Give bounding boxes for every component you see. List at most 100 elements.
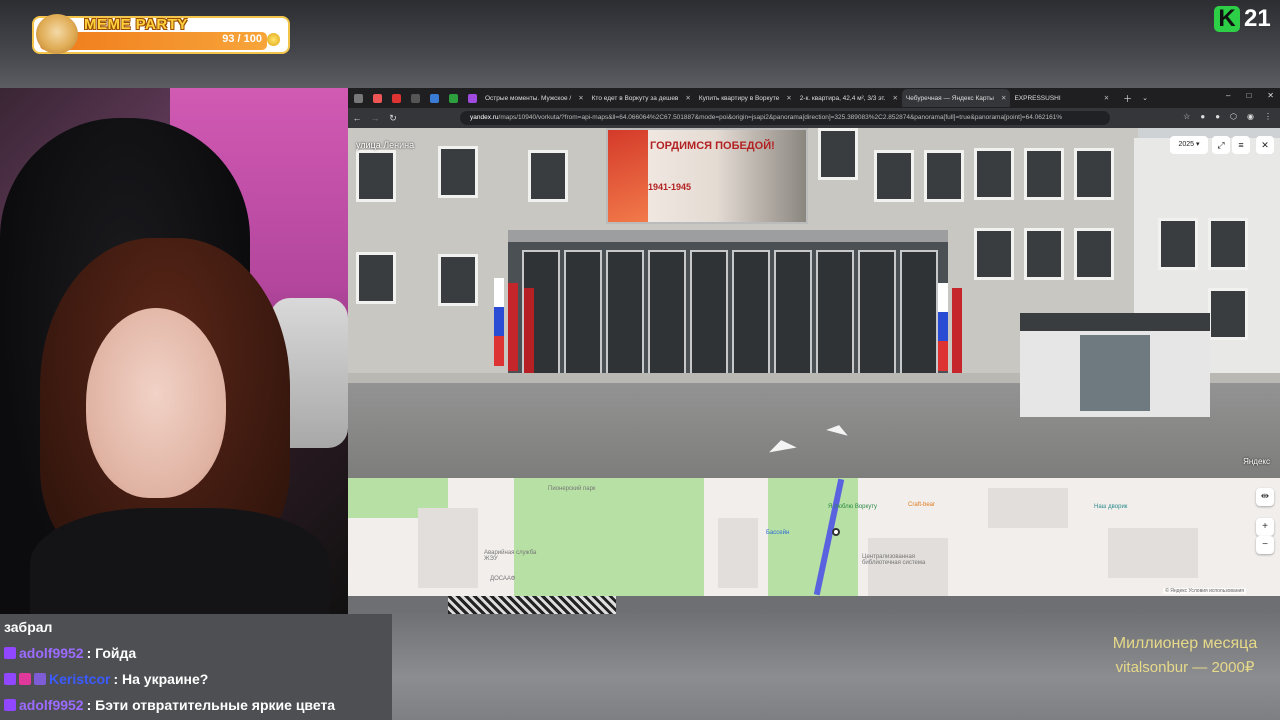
window (1024, 148, 1064, 200)
extension-icon[interactable]: ● (1200, 112, 1205, 121)
window-controls: – □ ✕ (1226, 91, 1274, 100)
pinned-tab-icon[interactable] (468, 93, 477, 103)
map-poi[interactable]: Наш дворик (1094, 504, 1127, 510)
glass-pane (774, 250, 812, 378)
close-icon[interactable]: ✕ (578, 94, 583, 102)
window (974, 228, 1014, 280)
tab-label: 2-к. квартира, 42,4 м², 3/3 эт. (799, 94, 886, 102)
badge-icon (4, 647, 16, 659)
map-layers-icon[interactable]: ⇹ (1256, 488, 1274, 506)
tab-search-icon[interactable] (354, 93, 363, 103)
glass-pane (606, 250, 644, 378)
close-icon[interactable]: ✕ (685, 94, 690, 102)
webcam-feed (0, 88, 348, 614)
russian-flag (938, 283, 948, 371)
glass-pane (816, 250, 854, 378)
browser-menu-icon[interactable]: ⋮ (1264, 112, 1272, 121)
chat-text: : На украине? (113, 671, 209, 687)
badge-icon (4, 673, 16, 685)
banner-title: ГОРДИМСЯ ПОБЕДОЙ! (650, 140, 775, 152)
browser-tab[interactable]: Кто едет в Воркуту за дешев ✕ (588, 90, 695, 106)
glass-pane (858, 250, 896, 378)
browser-window: Острые моменты. Мужское / ✕ Кто едет в Во… (348, 88, 1280, 596)
panorama-year-select[interactable]: 2025 ▾ (1170, 136, 1208, 154)
chat-text: : Гойда (86, 645, 137, 661)
coin-icon (267, 33, 280, 46)
glass-pane (900, 250, 938, 378)
window (818, 128, 858, 180)
tab-label: Кто едет в Воркуту за дешев (591, 94, 679, 102)
map-poi[interactable]: Бассейн (766, 530, 789, 536)
green-area (768, 478, 858, 596)
url-field[interactable]: yandex.ru/maps/10940/vorkuta/?from=api-m… (460, 111, 1110, 125)
chat-overlay: забрал adolf9952 : Гойда Keristcor : На … (0, 614, 392, 720)
decorative-pattern (448, 596, 616, 614)
map-block (988, 488, 1068, 528)
browser-tab[interactable]: Купить квартиру в Воркуте ✕ (695, 90, 796, 106)
new-tab-icon[interactable]: ＋ (1123, 92, 1132, 105)
profile-icon[interactable]: ◉ (1247, 112, 1254, 121)
pinned-tab-icon[interactable] (430, 93, 439, 103)
pinned-tab-icon[interactable] (392, 93, 401, 103)
map-label: ДОСААФ (490, 576, 516, 582)
close-icon[interactable]: ✕ (892, 94, 897, 102)
russian-flag (494, 278, 504, 366)
map-label: Пионерский парк (548, 486, 596, 492)
window (924, 150, 964, 202)
browser-tab[interactable]: EXPRESSUSHI ✕ (1010, 90, 1113, 106)
chat-line: забрал (0, 614, 392, 640)
yandex-brand: Яндекс (1243, 457, 1270, 466)
pinned-tab-icon[interactable] (411, 93, 420, 103)
badge-icon (4, 699, 16, 711)
zoom-in-icon[interactable]: + (1256, 518, 1274, 536)
extensions-puzzle-icon[interactable]: ⬡ (1230, 112, 1237, 121)
map-poi[interactable]: Craft-bear (908, 502, 935, 508)
street-panorama[interactable]: ГОРДИМСЯ ПОБЕДОЙ! 1941-1945 улица Ленина… (348, 128, 1280, 478)
glass-pane (564, 250, 602, 378)
bus-stop-glass (1080, 335, 1150, 411)
chat-username: adolf9952 (19, 697, 84, 713)
browser-tab[interactable]: 2-к. квартира, 42,4 м², 3/3 эт. ✕ (796, 90, 902, 106)
url-path: /maps/10940/vorkuta/?from=api-maps&ll=64… (498, 114, 1063, 121)
window (356, 252, 396, 304)
window-close-icon[interactable]: ✕ (1267, 91, 1274, 100)
window (356, 150, 396, 202)
address-bar: ← → ↻ yandex.ru/maps/10940/vorkuta/?from… (348, 108, 1280, 128)
close-icon[interactable]: ✕ (786, 94, 791, 102)
pinned-tab-icon[interactable] (373, 93, 382, 103)
back-icon[interactable]: ← (348, 113, 366, 123)
browser-tab[interactable]: Острые моменты. Мужское / ✕ (481, 90, 588, 106)
mini-map[interactable]: Пионерский парк Я люблю Воркуту Craft-be… (348, 478, 1280, 596)
map-poi[interactable]: Я люблю Воркуту (828, 504, 877, 510)
menu-icon[interactable]: ≡ (1232, 136, 1250, 154)
maximize-icon[interactable]: □ (1246, 91, 1251, 100)
close-icon[interactable]: ✕ (1001, 94, 1006, 102)
glass-entrance (508, 230, 948, 382)
pinned-tab-icon[interactable] (449, 93, 458, 103)
url-host: yandex.ru (470, 114, 499, 121)
panorama-street-name: улица Ленина (356, 140, 415, 150)
banner-years: 1941-1945 (648, 182, 692, 192)
bookmark-star-icon[interactable]: ☆ (1183, 112, 1190, 121)
glass-pane (648, 250, 686, 378)
victory-banner: ГОРДИМСЯ ПОБЕДОЙ! 1941-1945 (606, 128, 808, 224)
window (1074, 148, 1114, 200)
minimize-icon[interactable]: – (1226, 91, 1230, 100)
browser-tab-active[interactable]: Чебуречная — Яндекс Карты ✕ (901, 89, 1011, 107)
extension-icon[interactable]: ● (1215, 112, 1220, 121)
tab-label: Чебуречная — Яндекс Карты (905, 94, 994, 102)
close-icon[interactable]: ✕ (1104, 94, 1109, 102)
glass-pane (690, 250, 728, 378)
forward-icon[interactable]: → (366, 113, 384, 123)
reload-icon[interactable]: ↻ (384, 113, 402, 124)
zoom-out-icon[interactable]: − (1256, 536, 1274, 554)
close-panorama-icon[interactable]: ✕ (1256, 136, 1274, 154)
chat-message: adolf9952 : Бэти отвратительные яркие цв… (0, 692, 392, 718)
share-icon[interactable]: ⤢ (1212, 136, 1230, 154)
tab-menu-icon[interactable]: ⌄ (1142, 94, 1148, 102)
logo-number: 21 (1244, 5, 1271, 32)
webcam-face (86, 308, 226, 498)
bus-stop (1020, 313, 1210, 417)
window (1158, 218, 1198, 270)
chat-text: : Бэти отвратительные яркие цвета (86, 697, 336, 713)
